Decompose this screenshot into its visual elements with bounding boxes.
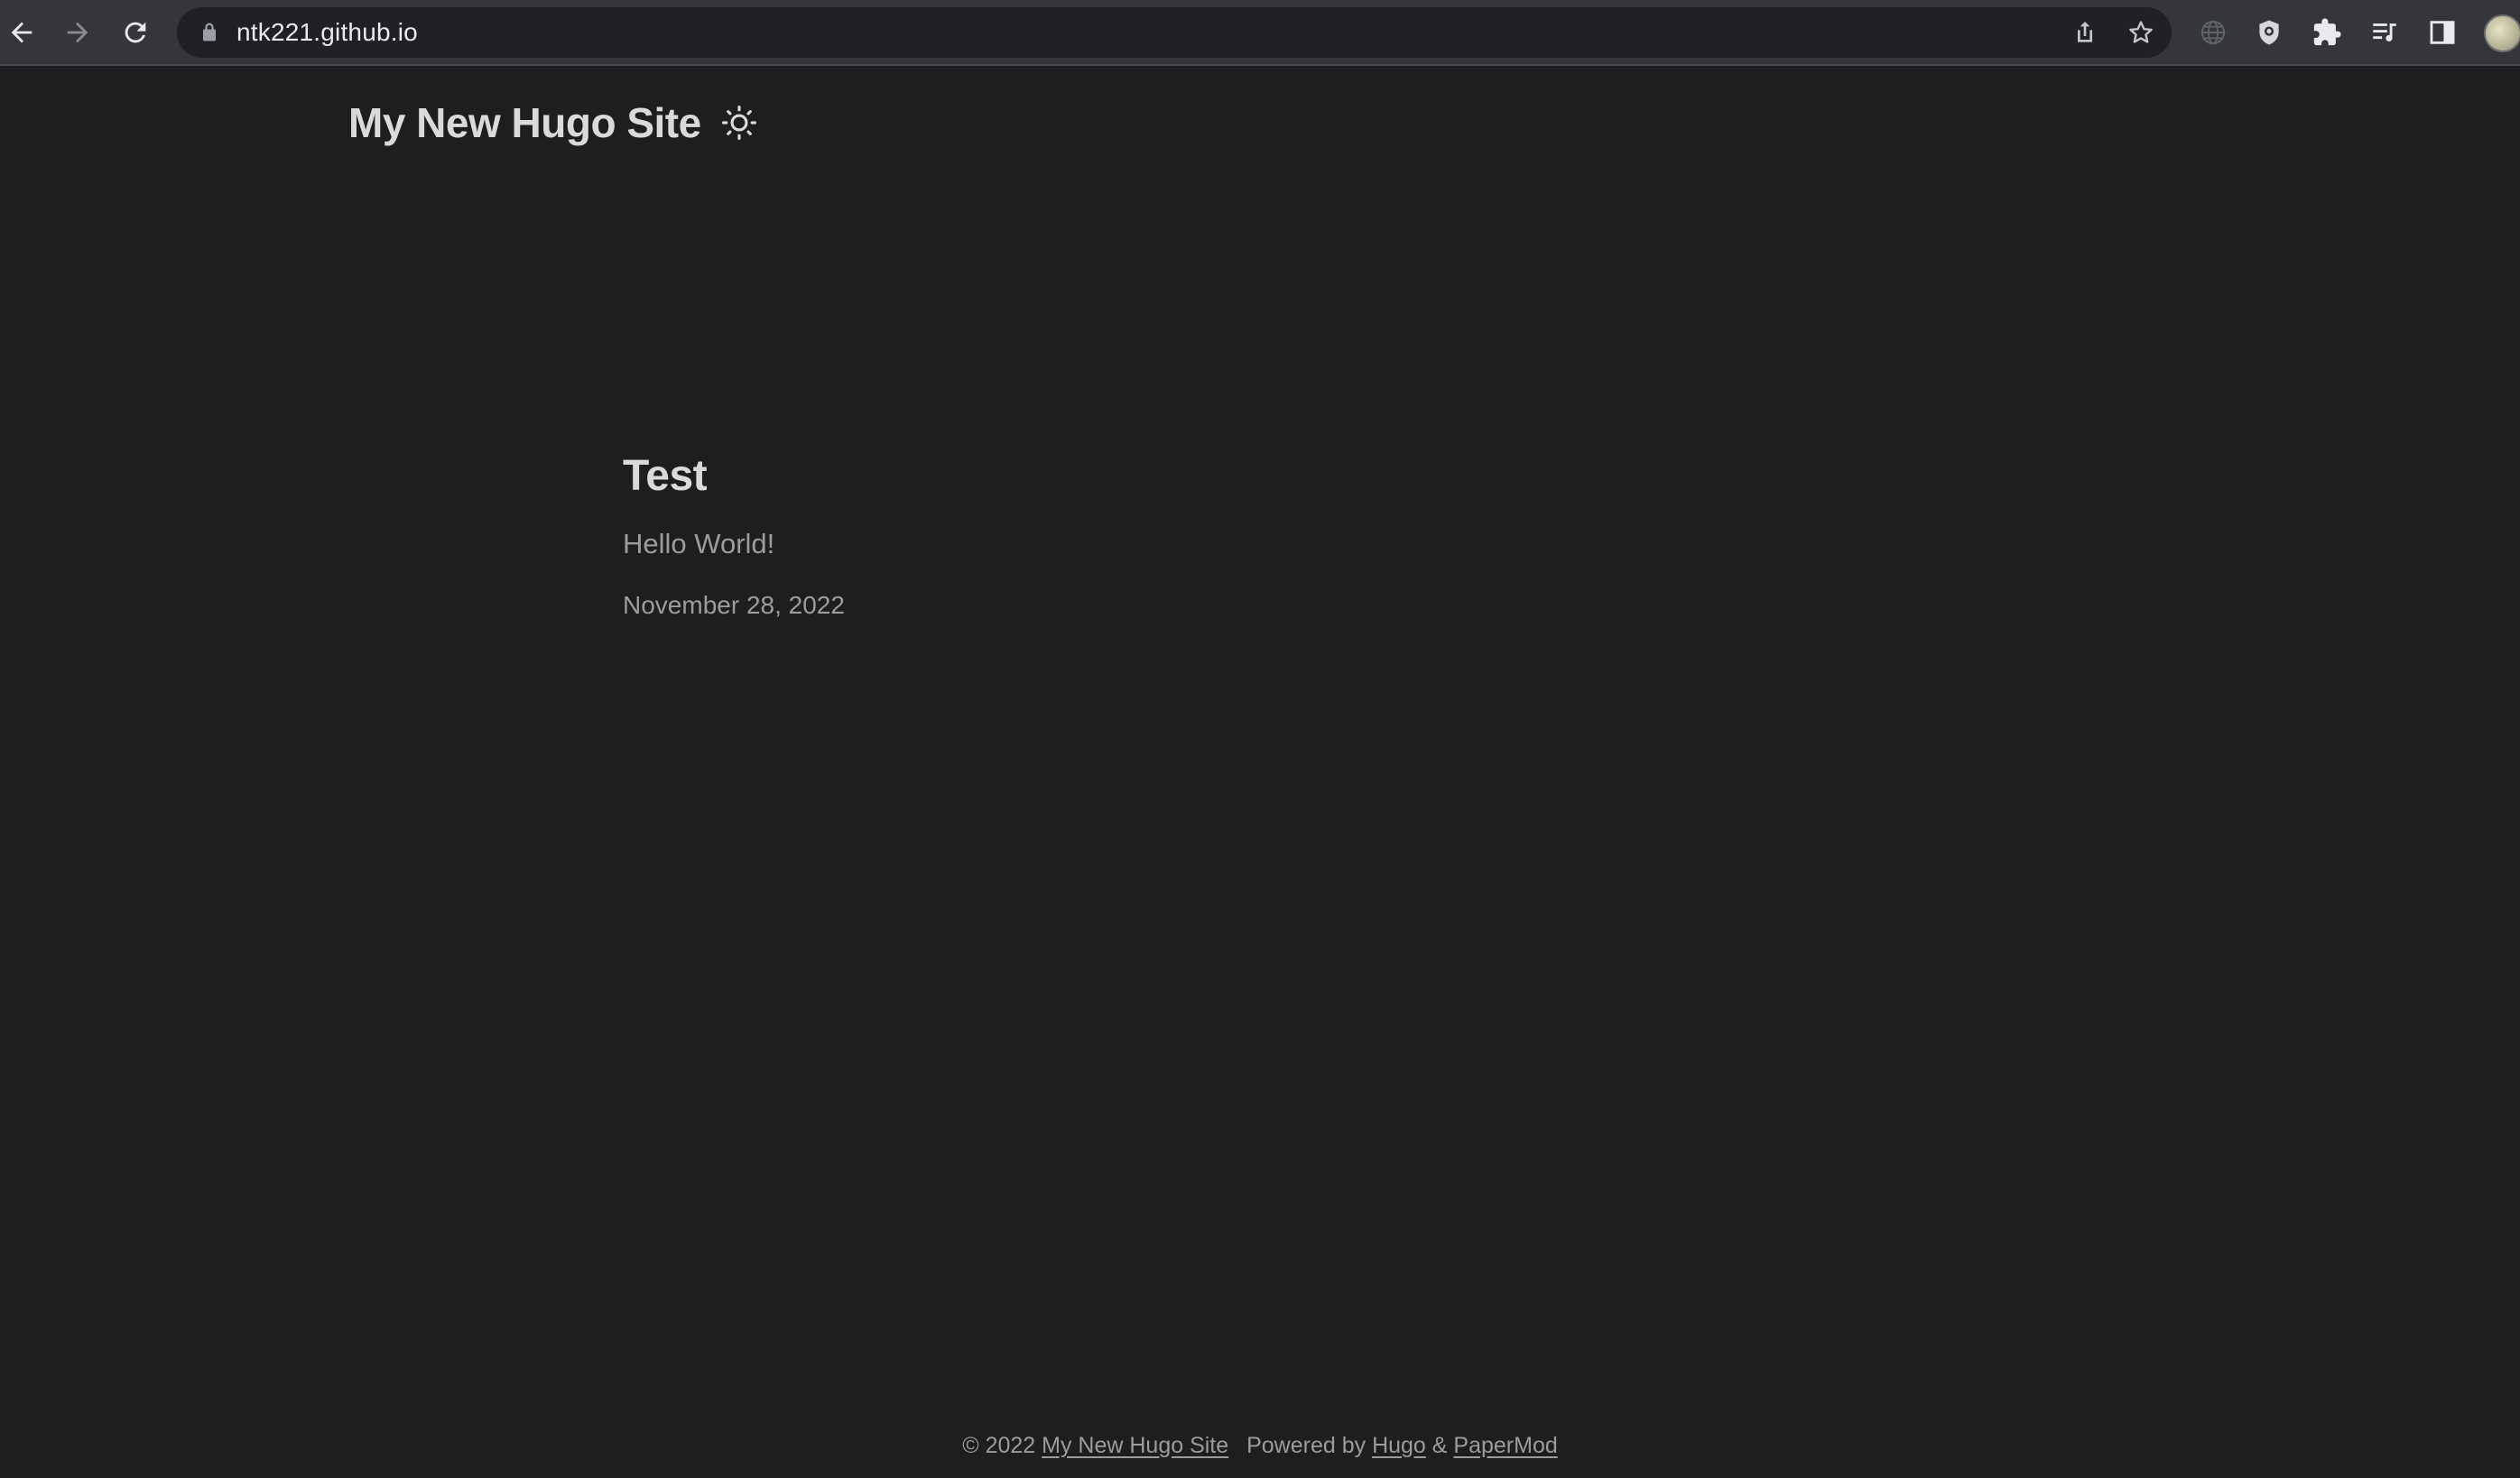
bookmark-button[interactable] — [2125, 16, 2157, 49]
reload-icon — [125, 22, 146, 43]
side-panel-button[interactable] — [2424, 14, 2460, 51]
avatar[interactable] — [2484, 14, 2520, 52]
back-button[interactable] — [0, 11, 43, 54]
footer-site-link[interactable]: My New Hugo Site — [1042, 1433, 1228, 1458]
sidepanel-icon — [2430, 21, 2455, 44]
arrow-left-icon — [11, 22, 32, 43]
footer-ampersand: & — [1431, 1433, 1448, 1458]
url-text[interactable]: ntk221.github.io — [236, 7, 418, 58]
post-date: November 28, 2022 — [623, 591, 845, 619]
arrow-right-icon — [67, 22, 88, 43]
post-entry[interactable]: Test Hello World! November 28, 2022 — [623, 451, 1904, 620]
puzzle-icon — [2313, 18, 2341, 46]
post-title[interactable]: Test — [623, 451, 1904, 501]
share-button[interactable] — [2069, 16, 2101, 49]
media-queue-button[interactable] — [2367, 14, 2403, 51]
lock-icon[interactable] — [197, 20, 222, 45]
site-title-link[interactable]: My New Hugo Site — [348, 98, 701, 147]
share-icon — [2078, 22, 2092, 42]
shield-icon — [2259, 20, 2279, 45]
post-summary: Hello World! — [623, 528, 775, 559]
extension-globe-button[interactable] — [2195, 14, 2231, 51]
browser-toolbar: ntk221.github.io — [0, 0, 2520, 66]
footer-hugo-link[interactable]: Hugo — [1372, 1433, 1426, 1458]
reload-button[interactable] — [114, 11, 157, 54]
forward-button[interactable] — [56, 11, 99, 54]
footer-papermod-link[interactable]: PaperMod — [1453, 1433, 1557, 1458]
site-footer: © 2022 My New Hugo Site Powered by Hugo … — [0, 1433, 2520, 1459]
footer-copyright: © 2022 — [962, 1433, 1036, 1458]
sun-icon — [721, 106, 756, 140]
globe-icon — [2200, 20, 2226, 45]
extensions-button[interactable] — [2309, 14, 2345, 51]
site-header: My New Hugo Site — [348, 90, 757, 155]
theme-toggle-button[interactable] — [721, 105, 757, 141]
media-queue-icon — [2373, 23, 2396, 42]
footer-powered-by: Powered by — [1246, 1433, 1367, 1458]
star-icon — [2129, 21, 2153, 43]
extension-shield-button[interactable] — [2251, 14, 2287, 51]
address-bar[interactable]: ntk221.github.io — [177, 7, 2172, 58]
